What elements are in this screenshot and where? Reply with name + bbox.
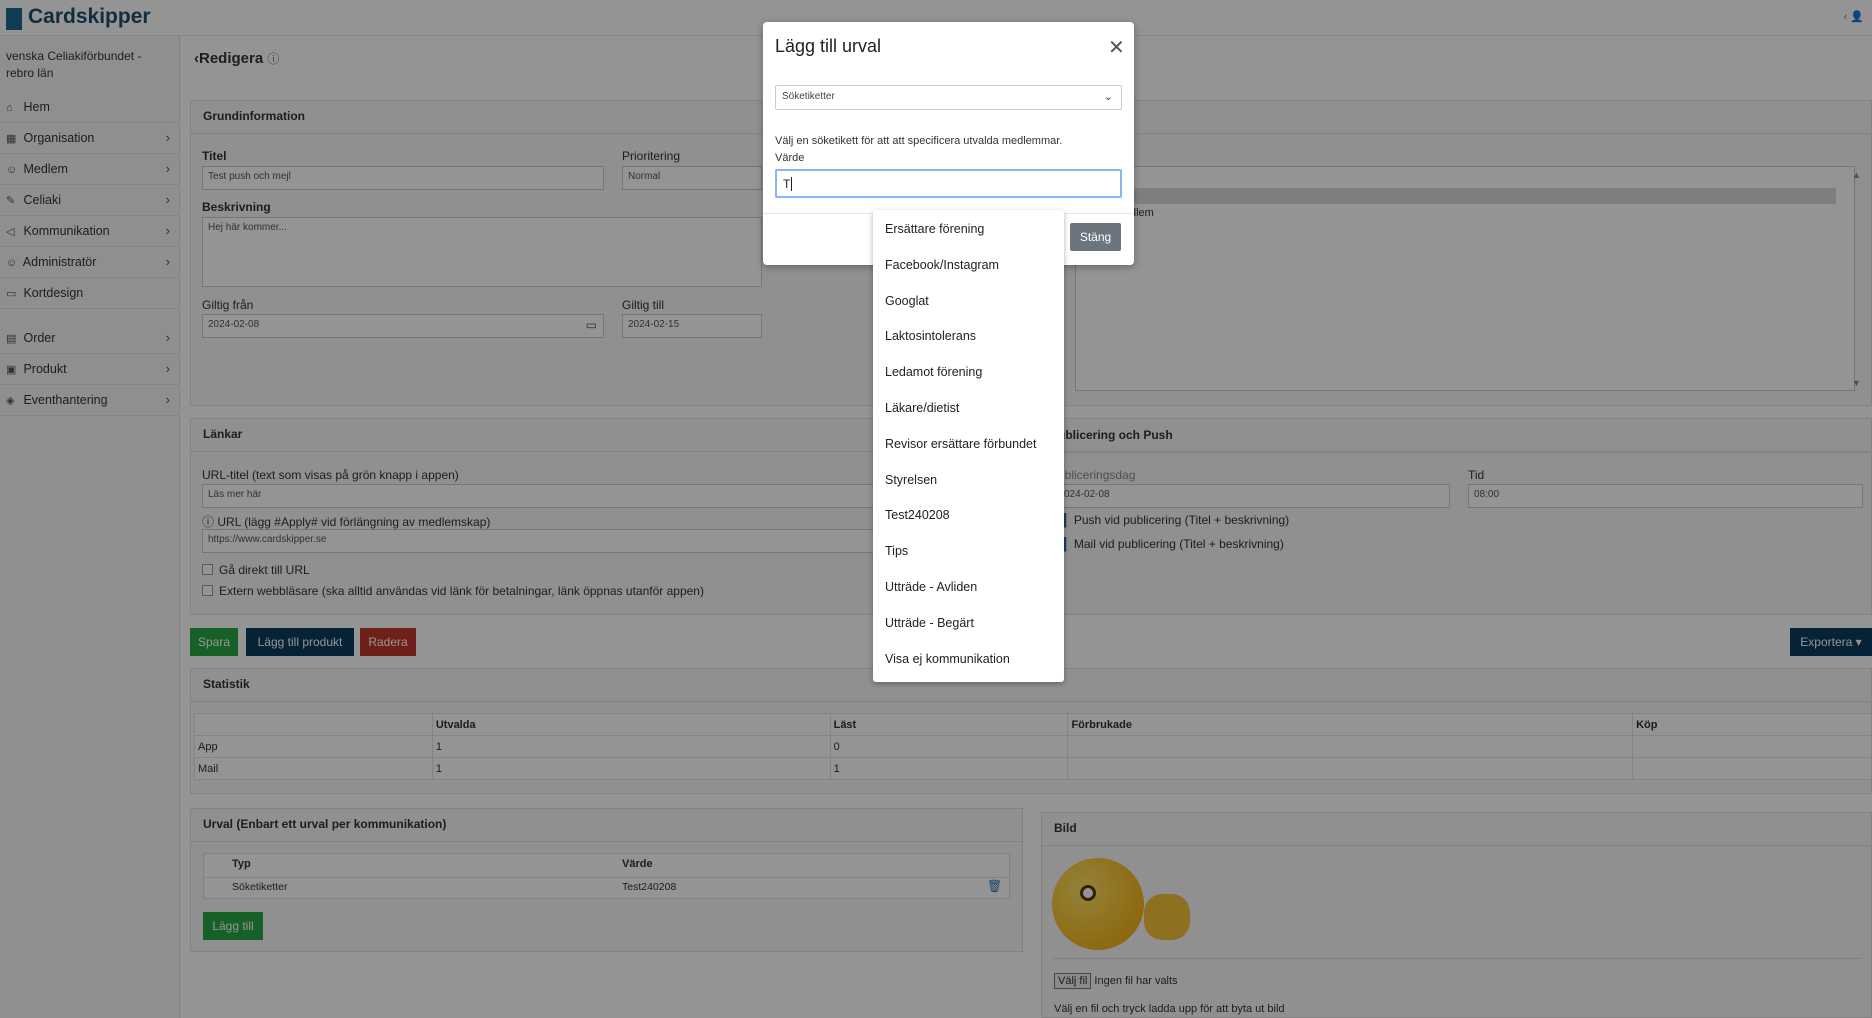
dropdown-option[interactable]: Tips bbox=[885, 544, 908, 558]
dropdown-option[interactable]: Facebook/Instagram bbox=[885, 258, 999, 272]
dropdown-option[interactable]: Ledamot förening bbox=[885, 365, 982, 379]
dropdown-option[interactable]: Googlat bbox=[885, 294, 929, 308]
dropdown-option[interactable]: Ersättare förening bbox=[885, 222, 984, 236]
autocomplete-dropdown: Ersättare förening Facebook/Instagram Goog… bbox=[873, 210, 1064, 682]
close-icon[interactable]: ✕ bbox=[1108, 35, 1125, 60]
stang-button[interactable]: Stäng bbox=[1070, 223, 1121, 251]
varde-label: Värde bbox=[775, 152, 805, 164]
dropdown-option[interactable]: Styrelsen bbox=[885, 473, 937, 487]
dropdown-option[interactable]: Laktosintolerans bbox=[885, 329, 976, 343]
varde-input[interactable]: T bbox=[775, 169, 1122, 198]
dropdown-option[interactable]: Utträde - Avliden bbox=[885, 580, 977, 594]
dropdown-option[interactable]: Visa ej kommunikation bbox=[885, 652, 1010, 666]
dropdown-option[interactable]: Utträde - Begärt bbox=[885, 616, 974, 630]
dropdown-option[interactable]: Test240208 bbox=[885, 508, 950, 522]
modal-help-text: Välj en söketikett för att att specifice… bbox=[775, 135, 1063, 147]
modal-title: Lägg till urval bbox=[775, 36, 882, 56]
chevron-down-icon: ⌄ bbox=[1103, 91, 1113, 103]
dropdown-option[interactable]: Revisor ersättare förbundet bbox=[885, 437, 1036, 451]
urval-type-select[interactable]: Söketiketter ⌄ bbox=[775, 85, 1122, 110]
dropdown-option[interactable]: Läkare/dietist bbox=[885, 401, 959, 415]
